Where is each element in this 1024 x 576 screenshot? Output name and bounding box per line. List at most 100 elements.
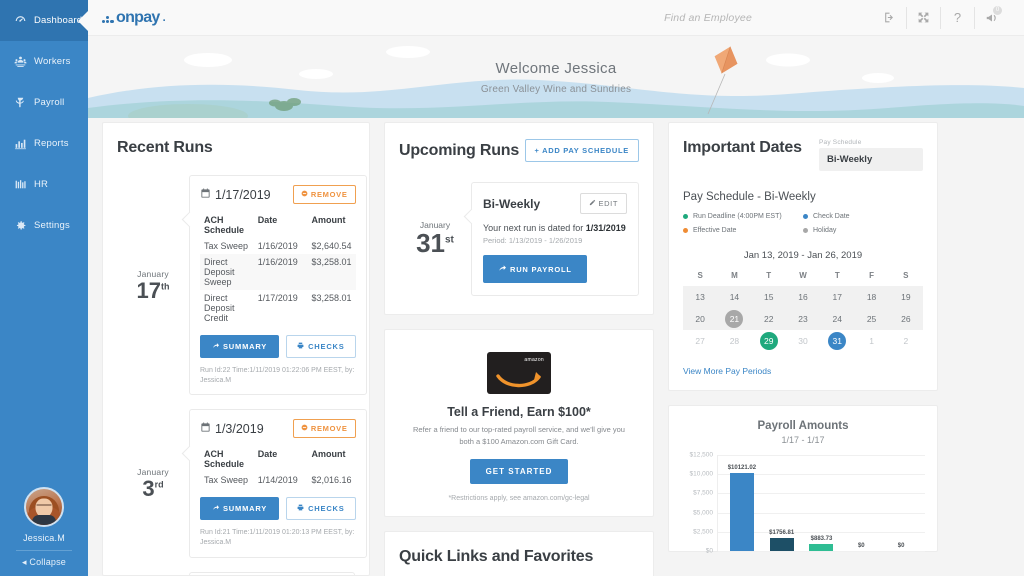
calendar-day[interactable]: 13 bbox=[683, 286, 718, 308]
summary-button[interactable]: SUMMARY bbox=[200, 335, 280, 358]
bar-group[interactable]: $0 bbox=[885, 455, 917, 551]
bar-group[interactable]: $1756.81 bbox=[766, 455, 798, 551]
collapse-button[interactable]: ◂ Collapse bbox=[22, 557, 66, 568]
bar[interactable] bbox=[809, 544, 834, 551]
remove-button[interactable]: REMOVE bbox=[292, 419, 356, 439]
sidebar-item-dashboard[interactable]: Dashboard bbox=[0, 0, 88, 41]
company-name: Green Valley Wine and Sundries bbox=[480, 83, 632, 95]
calendar-day[interactable]: 30 bbox=[786, 330, 820, 352]
calendar-icon bbox=[200, 187, 211, 202]
pay-schedule-select[interactable]: Bi-Weekly bbox=[819, 148, 923, 171]
arrow-icon bbox=[212, 504, 219, 513]
upcoming-date-marker: January 31st bbox=[399, 220, 471, 257]
calendar-day[interactable]: 25 bbox=[854, 308, 889, 330]
calendar-legend: Run Deadline (4:00PM EST) Check Date Eff… bbox=[683, 213, 923, 234]
calendar-day-number: 2 bbox=[903, 336, 909, 346]
dow-monday: M bbox=[731, 271, 738, 280]
sidebar-item-label: Dashboard bbox=[34, 15, 83, 26]
calendar-day[interactable]: 2 bbox=[889, 330, 923, 352]
bar-group[interactable]: $0 bbox=[845, 455, 877, 551]
bar-value-label: $10121.02 bbox=[727, 465, 757, 472]
edit-button[interactable]: EDIT bbox=[579, 193, 627, 214]
calendar-day[interactable]: 19 bbox=[888, 286, 923, 308]
chart-title: Payroll Amounts bbox=[757, 420, 849, 432]
chart-y-axis: $0 $2,500 $5,000 $7,500 $10,000 $12,500 bbox=[681, 452, 717, 555]
calendar-day[interactable]: 24 bbox=[820, 308, 855, 330]
amazon-gift-card-image: amazon bbox=[487, 352, 551, 394]
calendar-day-run-deadline[interactable]: 29 bbox=[752, 330, 786, 352]
checks-button[interactable]: CHECKS bbox=[286, 335, 356, 358]
calendar-day[interactable]: 17 bbox=[820, 286, 855, 308]
calendar-day[interactable]: 28 bbox=[717, 330, 751, 352]
calendar-day-number: 30 bbox=[798, 336, 808, 346]
run-day-number: 17 bbox=[136, 277, 161, 303]
expand-icon[interactable] bbox=[906, 6, 940, 29]
pay-schedule-name: Bi-Weekly bbox=[483, 196, 541, 211]
calendar-day-number: 1 bbox=[869, 336, 874, 346]
calendar-day[interactable]: 20 bbox=[683, 308, 718, 330]
sidebar-item-settings[interactable]: Settings bbox=[0, 205, 88, 246]
onpay-logo[interactable]: onpay . bbox=[102, 9, 166, 27]
referral-subtitle: Refer a friend to our top-rated payroll … bbox=[413, 425, 625, 446]
bar-group[interactable]: $883.73 bbox=[806, 455, 838, 551]
calendar-day[interactable]: 15 bbox=[751, 286, 786, 308]
calendar-day[interactable]: 1 bbox=[854, 330, 888, 352]
summary-button[interactable]: SUMMARY bbox=[200, 497, 280, 521]
view-more-pay-periods-link[interactable]: View More Pay Periods bbox=[683, 366, 923, 376]
get-started-button[interactable]: GET STARTED bbox=[469, 459, 569, 484]
sidebar-item-reports[interactable]: Reports bbox=[0, 123, 88, 164]
upcoming-runs-title: Upcoming Runs bbox=[399, 141, 520, 159]
help-icon[interactable]: ? bbox=[940, 6, 974, 29]
sidebar-item-hr[interactable]: HR bbox=[0, 164, 88, 205]
bar[interactable] bbox=[769, 537, 794, 551]
legend-label: Effective Date bbox=[693, 227, 737, 234]
divider bbox=[16, 550, 72, 551]
legend-item-run-deadline: Run Deadline (4:00PM EST) bbox=[683, 213, 803, 220]
calendar-day-holiday[interactable]: 21 bbox=[717, 308, 752, 330]
announcement-icon[interactable]: 0 bbox=[974, 5, 1008, 29]
calendar-day-number: 26 bbox=[901, 314, 911, 324]
cell-date: 1/16/2019 bbox=[253, 254, 308, 290]
legend-label: Run Deadline (4:00PM EST) bbox=[693, 213, 782, 220]
recent-runs-list: January 17th 1/17/2019 REMOVE ACH Schedu… bbox=[117, 175, 367, 575]
pencil-icon bbox=[589, 199, 596, 208]
calendar-day-check-date[interactable]: 31 bbox=[820, 330, 854, 352]
calendar-day-number: 23 bbox=[798, 314, 808, 324]
calendar-day[interactable]: 16 bbox=[785, 286, 821, 308]
run-payroll-label: RUN PAYROLL bbox=[510, 264, 572, 274]
referral-note: *Restrictions apply, see amazon.com/gc-l… bbox=[448, 495, 590, 502]
important-dates-card: Important Dates Pay Schedule Bi-Weekly P… bbox=[668, 122, 938, 391]
calendar-day[interactable]: 26 bbox=[888, 308, 923, 330]
calendar-week: 20 21 22 23 24 25 26 bbox=[683, 308, 923, 330]
upcoming-run-item: January 31st Bi-Weekly EDIT Your next ru… bbox=[399, 182, 639, 296]
run-actions: SUMMARY CHECKS bbox=[200, 497, 356, 521]
calendar-day[interactable]: 22 bbox=[751, 308, 786, 330]
cell-amount: $2,016.16 bbox=[311, 475, 352, 486]
next-run-date: 1/31/2019 bbox=[585, 223, 626, 233]
add-pay-schedule-button[interactable]: + ADD PAY SCHEDULE bbox=[524, 139, 639, 162]
run-day: 3rd bbox=[117, 477, 189, 500]
bar-group[interactable]: $10121.02 bbox=[726, 455, 758, 551]
important-dates-title: Important Dates bbox=[683, 139, 802, 156]
calendar-day[interactable]: 23 bbox=[785, 308, 821, 330]
search-input[interactable]: Find an Employee bbox=[664, 12, 752, 24]
run-details: 1/3/2019 REMOVE ACH Schedule Date Amount… bbox=[189, 409, 367, 558]
sidebar-item-workers[interactable]: Workers bbox=[0, 41, 88, 82]
calendar-day[interactable]: 27 bbox=[683, 330, 717, 352]
calendar-day[interactable]: 14 bbox=[717, 286, 752, 308]
logout-icon[interactable] bbox=[872, 7, 906, 29]
payroll-amounts-chart-card: Payroll Amounts 1/17 - 1/17 $0 $2,500 $5… bbox=[668, 405, 938, 555]
run-day-suffix: rd bbox=[154, 479, 164, 490]
calendar-day[interactable]: 18 bbox=[854, 286, 889, 308]
remove-button[interactable]: REMOVE bbox=[292, 185, 356, 204]
sidebar-item-label: Settings bbox=[34, 220, 70, 231]
bar[interactable] bbox=[729, 473, 754, 551]
checks-button[interactable]: CHECKS bbox=[286, 497, 356, 521]
pay-schedule-select-label: Pay Schedule bbox=[819, 139, 862, 146]
avatar[interactable] bbox=[24, 487, 64, 527]
run-payroll-button[interactable]: RUN PAYROLL bbox=[483, 255, 587, 283]
run-table: ACH Schedule Date Amount Tax Sweep 1/16/… bbox=[200, 212, 356, 326]
pay-period-text: Period: 1/13/2019 - 1/26/2019 bbox=[483, 236, 583, 245]
sidebar-item-payroll[interactable]: Payroll bbox=[0, 82, 88, 123]
